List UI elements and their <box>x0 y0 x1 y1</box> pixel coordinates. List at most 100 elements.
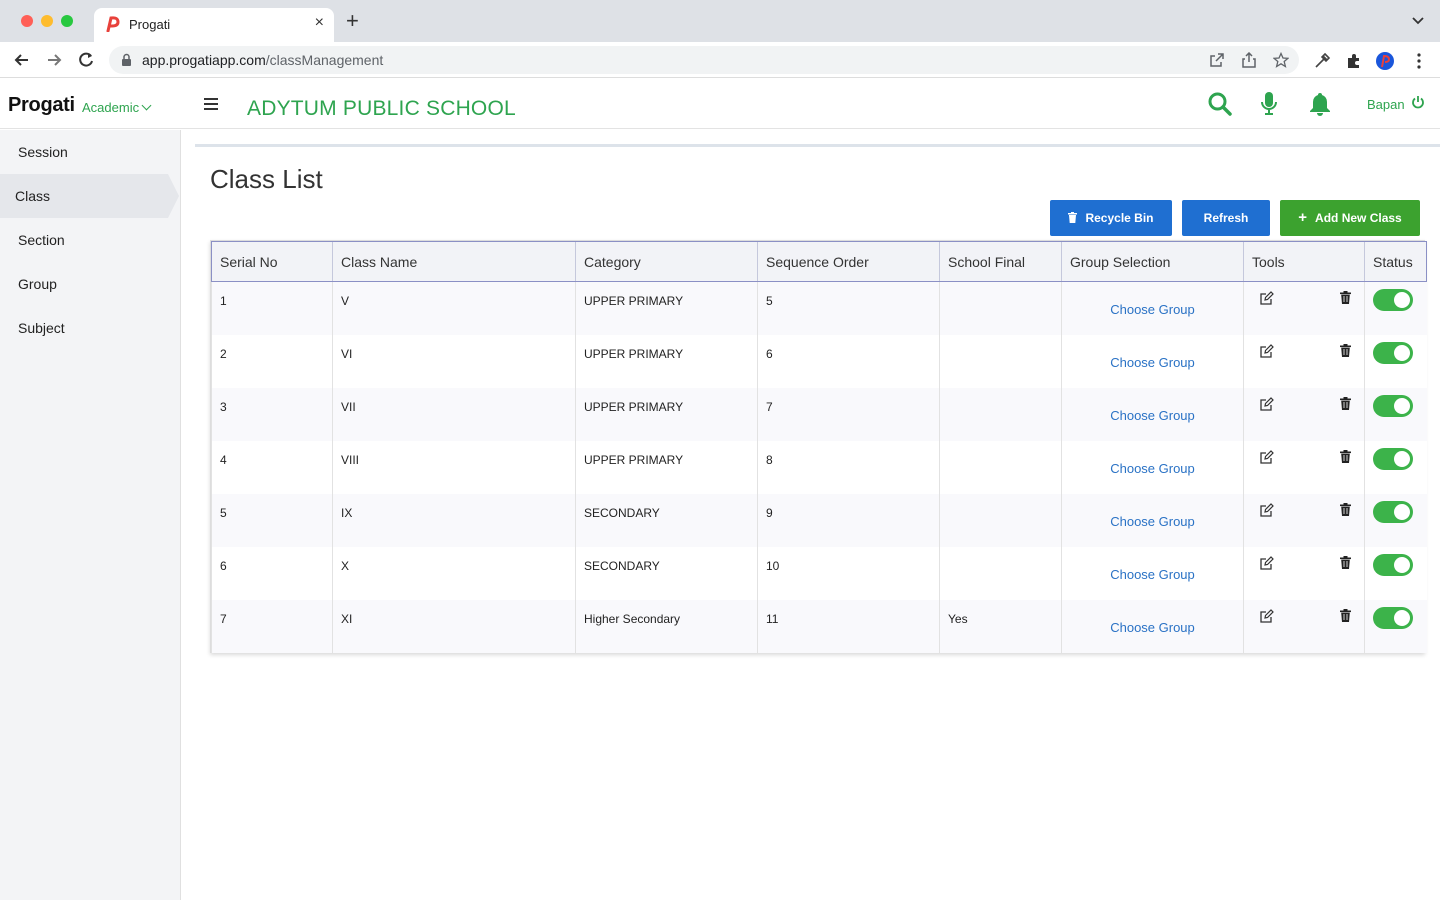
cell-serial: 4 <box>211 440 333 494</box>
choose-group-link[interactable]: Choose Group <box>1070 461 1235 476</box>
cell-group-selection: Choose Group <box>1061 440 1244 494</box>
window-close-button[interactable] <box>21 15 33 27</box>
cell-group-selection: Choose Group <box>1061 387 1244 441</box>
table-row: 7 XI Higher Secondary 11 Yes Choose Grou… <box>211 599 1427 653</box>
sidebar-item-group[interactable]: Group <box>0 262 181 306</box>
trash-icon[interactable] <box>1340 502 1351 516</box>
sidebar: Session Class Section Group Subject <box>0 130 181 900</box>
trash-icon[interactable] <box>1340 449 1351 463</box>
cell-tools <box>1243 440 1365 494</box>
address-bar[interactable]: app.progatiapp.com/classManagement <box>109 46 1299 74</box>
new-tab-icon[interactable]: + <box>346 10 359 32</box>
microphone-icon[interactable] <box>1259 91 1279 117</box>
open-external-icon[interactable] <box>1209 52 1225 68</box>
edit-icon[interactable] <box>1260 502 1274 517</box>
cell-school-final <box>939 281 1062 335</box>
cell-sequence: 10 <box>757 546 940 600</box>
column-header-school-final[interactable]: School Final <box>939 241 1062 282</box>
add-new-class-button[interactable]: + Add New Class <box>1280 200 1420 236</box>
window-minimize-button[interactable] <box>41 15 53 27</box>
browser-toolbar: app.progatiapp.com/classManagement <box>0 42 1440 78</box>
cell-status <box>1364 493 1427 547</box>
bookmark-star-icon[interactable] <box>1273 52 1289 68</box>
sidebar-item-section[interactable]: Section <box>0 218 181 262</box>
choose-group-link[interactable]: Choose Group <box>1070 514 1235 529</box>
sidebar-item-session[interactable]: Session <box>0 130 181 174</box>
cell-category: UPPER PRIMARY <box>575 440 758 494</box>
cell-class-name: VII <box>332 387 576 441</box>
status-toggle[interactable] <box>1373 500 1413 523</box>
edit-icon[interactable] <box>1260 555 1274 570</box>
extensions-puzzle-icon[interactable] <box>1345 52 1363 70</box>
choose-group-link[interactable]: Choose Group <box>1070 567 1235 582</box>
status-toggle[interactable] <box>1373 553 1413 576</box>
sidebar-item-class[interactable]: Class <box>0 174 179 218</box>
choose-group-link[interactable]: Choose Group <box>1070 620 1235 635</box>
column-header-class-name[interactable]: Class Name <box>332 241 576 282</box>
share-icon[interactable] <box>1241 52 1257 68</box>
window-zoom-button[interactable] <box>61 15 73 27</box>
cell-status <box>1364 546 1427 600</box>
cell-status <box>1364 281 1427 335</box>
cell-school-final: Yes <box>939 599 1062 653</box>
status-toggle[interactable] <box>1373 606 1413 629</box>
choose-group-link[interactable]: Choose Group <box>1070 302 1235 317</box>
profile-avatar-icon[interactable] <box>1376 52 1394 70</box>
column-header-sequence-order[interactable]: Sequence Order <box>757 241 940 282</box>
trash-icon[interactable] <box>1340 343 1351 357</box>
chevron-down-icon <box>141 100 152 111</box>
cell-class-name: V <box>332 281 576 335</box>
edit-icon[interactable] <box>1260 608 1274 623</box>
lock-icon <box>122 53 131 66</box>
module-selector[interactable]: Academic <box>82 100 152 115</box>
trash-icon[interactable] <box>1340 291 1351 304</box>
bell-icon[interactable] <box>1307 91 1333 117</box>
tab-close-icon[interactable]: × <box>315 14 324 32</box>
trash-icon[interactable] <box>1340 555 1351 569</box>
edit-icon[interactable] <box>1260 291 1274 305</box>
edit-icon[interactable] <box>1260 343 1274 358</box>
column-header-category[interactable]: Category <box>575 241 758 282</box>
cell-tools <box>1243 599 1365 653</box>
brand-logo[interactable]: Progati <box>8 94 75 117</box>
column-header-serial-no[interactable]: Serial No <box>211 241 333 282</box>
cell-sequence: 11 <box>757 599 940 653</box>
column-header-group-selection[interactable]: Group Selection <box>1061 241 1244 282</box>
cell-serial: 2 <box>211 334 333 388</box>
school-name: ADYTUM PUBLIC SCHOOL <box>247 97 516 120</box>
cell-group-selection: Choose Group <box>1061 599 1244 653</box>
cell-category: SECONDARY <box>575 546 758 600</box>
hamburger-icon[interactable] <box>204 98 218 113</box>
cell-category: Higher Secondary <box>575 599 758 653</box>
power-icon[interactable] <box>1411 95 1425 109</box>
browser-tab-bar: Progati × + <box>0 0 1440 42</box>
user-name[interactable]: Bapan <box>1367 97 1405 112</box>
cell-tools <box>1243 387 1365 441</box>
cell-class-name: VIII <box>332 440 576 494</box>
plus-icon: + <box>1298 209 1308 226</box>
back-arrow-icon[interactable] <box>12 50 32 70</box>
edit-icon[interactable] <box>1260 396 1274 411</box>
table-row: 1 V UPPER PRIMARY 5 Choose Group <box>211 281 1427 335</box>
browser-menu-icon[interactable] <box>1410 52 1428 70</box>
reload-icon[interactable] <box>76 50 96 70</box>
status-toggle[interactable] <box>1373 341 1413 364</box>
sidebar-item-subject[interactable]: Subject <box>0 306 181 350</box>
status-toggle[interactable] <box>1373 447 1413 470</box>
search-icon[interactable] <box>1207 91 1233 117</box>
cell-category: UPPER PRIMARY <box>575 334 758 388</box>
choose-group-link[interactable]: Choose Group <box>1070 355 1235 370</box>
status-toggle[interactable] <box>1373 289 1413 311</box>
cell-sequence: 6 <box>757 334 940 388</box>
status-toggle[interactable] <box>1373 394 1413 417</box>
trash-icon[interactable] <box>1340 608 1351 622</box>
trash-icon[interactable] <box>1340 396 1351 410</box>
recycle-bin-button[interactable]: Recycle Bin <box>1050 200 1172 236</box>
browser-tab[interactable]: Progati × <box>94 8 334 42</box>
eyedropper-icon[interactable] <box>1313 52 1331 70</box>
refresh-button[interactable]: Refresh <box>1182 200 1270 236</box>
edit-icon[interactable] <box>1260 449 1274 464</box>
choose-group-link[interactable]: Choose Group <box>1070 408 1235 423</box>
tab-search-chevron-icon[interactable] <box>1412 14 1424 26</box>
forward-arrow-icon[interactable] <box>44 50 64 70</box>
